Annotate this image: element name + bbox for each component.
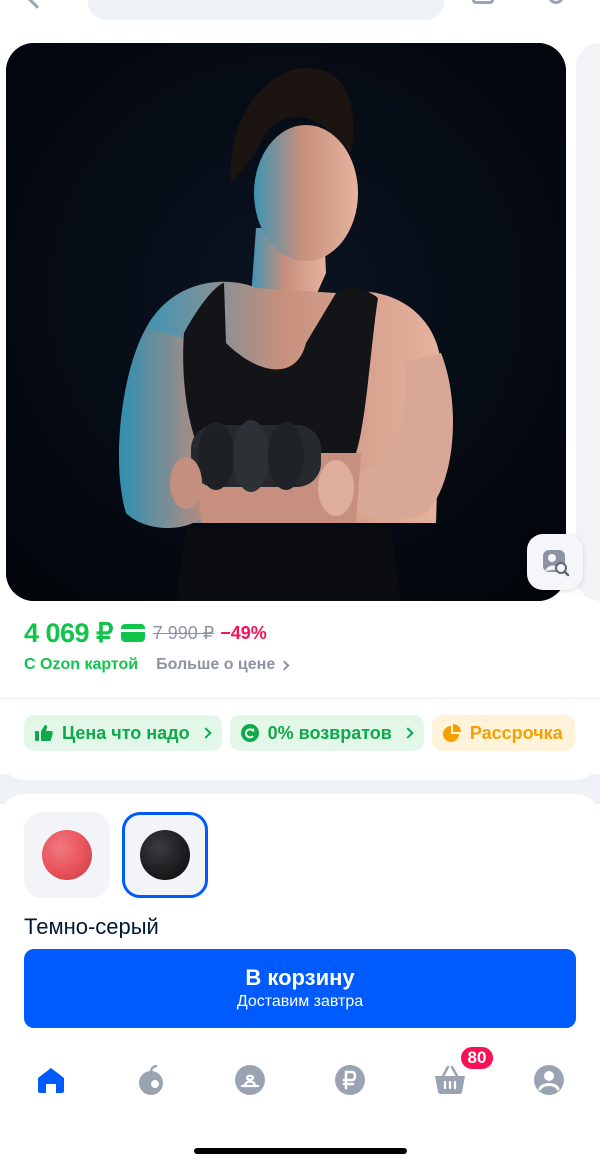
search-input[interactable] bbox=[88, 0, 444, 20]
fresh-icon bbox=[139, 1064, 163, 1095]
cart-button-label: В корзину bbox=[245, 965, 355, 990]
favorite-icon[interactable] bbox=[548, 0, 564, 4]
discount-badge: −49% bbox=[220, 622, 267, 643]
benefit-chips: Цена что надо 0% возвратов Рассрочка bbox=[24, 715, 575, 751]
cart-count-badge: 80 bbox=[459, 1045, 495, 1071]
add-to-cart-button[interactable]: В корзину Доставим завтра bbox=[24, 949, 576, 1028]
variant-thumbnail bbox=[140, 830, 190, 880]
ozon-card-icon bbox=[120, 624, 145, 642]
tab-catalog[interactable] bbox=[230, 1060, 270, 1100]
variant-swatch-red[interactable] bbox=[24, 812, 110, 898]
tab-home[interactable] bbox=[31, 1060, 71, 1100]
chip-free-returns[interactable]: 0% возвратов bbox=[229, 715, 424, 751]
chip-installment[interactable]: Рассрочка bbox=[431, 715, 575, 751]
old-price: 7 990 ₽ bbox=[152, 622, 215, 643]
price-details-link[interactable]: Больше о цене bbox=[156, 656, 275, 674]
catalog-icon bbox=[235, 1065, 265, 1095]
finance-icon bbox=[335, 1065, 365, 1095]
bottom-tab-bar bbox=[0, 1040, 600, 1120]
home-icon bbox=[38, 1068, 64, 1093]
chevron-right-icon bbox=[279, 660, 290, 670]
product-image[interactable] bbox=[6, 43, 566, 601]
price-subline: С Ozon картой Больше о цене bbox=[24, 654, 290, 676]
selected-color-name: Темно-серый bbox=[24, 914, 159, 938]
image-search-icon bbox=[543, 550, 570, 577]
chip-good-price[interactable]: Цена что надо bbox=[24, 715, 222, 751]
home-indicator[interactable] bbox=[194, 1148, 407, 1154]
chip-label: Цена что надо bbox=[62, 722, 190, 743]
cart-icon bbox=[435, 1065, 465, 1094]
chevron-right-icon bbox=[402, 727, 414, 739]
delivery-label: Доставим завтра bbox=[236, 993, 364, 1010]
back-icon[interactable] bbox=[27, 0, 47, 9]
pie-icon bbox=[442, 724, 461, 742]
thumb-up-icon bbox=[35, 725, 53, 741]
tab-fresh[interactable] bbox=[131, 1060, 171, 1100]
tab-profile[interactable] bbox=[529, 1060, 569, 1100]
price-row: 4 069 ₽ 7 990 ₽ −49% bbox=[24, 614, 267, 652]
top-bar bbox=[0, 0, 600, 30]
tab-finance[interactable] bbox=[330, 1060, 370, 1100]
product-photo bbox=[6, 43, 566, 601]
visual-search-button[interactable] bbox=[527, 534, 583, 590]
divider bbox=[0, 698, 600, 699]
next-image-preview[interactable] bbox=[576, 43, 600, 601]
product-page: 4 069 ₽ 7 990 ₽ −49% С Ozon картой Больш… bbox=[0, 0, 600, 1167]
current-price: 4 069 ₽ bbox=[24, 617, 113, 648]
chip-label: 0% возвратов bbox=[267, 722, 392, 743]
ozon-card-label[interactable]: С Ozon картой bbox=[24, 656, 138, 674]
chip-label: Рассрочка bbox=[469, 722, 563, 743]
variant-thumbnail bbox=[42, 830, 92, 880]
compare-icon[interactable] bbox=[472, 0, 494, 4]
return-icon bbox=[240, 724, 259, 742]
variant-swatch-dark[interactable] bbox=[122, 812, 208, 898]
profile-icon bbox=[534, 1065, 564, 1095]
chevron-right-icon bbox=[199, 727, 212, 739]
